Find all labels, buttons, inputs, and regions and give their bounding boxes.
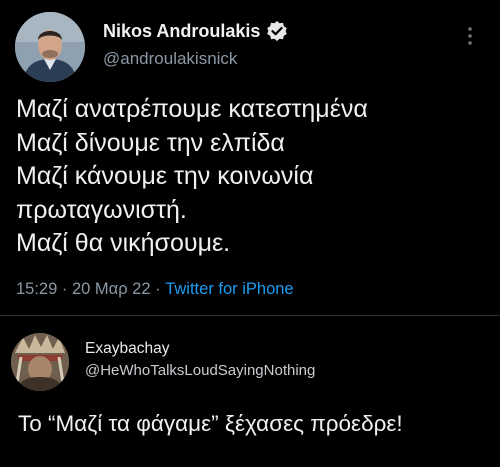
author-handle[interactable]: @androulakisnick: [103, 49, 237, 69]
tweet-line: Μαζί θα νικήσουμε.: [16, 229, 231, 257]
meta-separator: ·: [61, 280, 72, 298]
author-photo: [15, 12, 85, 82]
tweet-time[interactable]: 15:29: [16, 280, 57, 298]
tweet-line: πρωταγωνιστή.: [16, 195, 187, 224]
reply-tweet: Exaybachay @HeWhoTalksLoudSayingNothing …: [0, 316, 500, 467]
tweet-source-link[interactable]: Twitter for iPhone: [165, 280, 293, 298]
tweet-meta: 15:29 · 20 Μαρ 22 · Twitter for iPhone: [16, 280, 294, 299]
author-name[interactable]: Nikos Androulakis: [103, 21, 260, 42]
reply-text: Το “Μαζί τα φάγαμε” ξέχασες πρόεδρε!: [18, 411, 403, 436]
tweet-line: Μαζί ανατρέπουμε κατεστημένα: [16, 95, 368, 123]
verified-badge-icon: [267, 21, 287, 41]
tweet-date[interactable]: 20 Μαρ 22: [72, 280, 151, 298]
meta-separator: ·: [155, 280, 166, 298]
main-tweet: Nikos Androulakis @androulakisnick Μαζί …: [0, 0, 500, 305]
author-avatar[interactable]: [15, 12, 85, 82]
reply-avatar[interactable]: [11, 333, 69, 391]
tweet-line: Μαζί κάνουμε την κοινωνία: [16, 162, 314, 190]
tweet-text: Μαζί ανατρέπουμε κατεστημένα Μαζί δίνουμ…: [16, 93, 486, 261]
reply-author-handle[interactable]: @HeWhoTalksLoudSayingNothing: [85, 362, 315, 379]
reply-avatar-image: [11, 333, 69, 391]
tweet-line: Μαζί δίνουμε την ελπίδα: [16, 128, 285, 157]
more-vertical-icon[interactable]: [464, 24, 476, 48]
reply-author-name[interactable]: Exaybachay: [85, 340, 169, 358]
